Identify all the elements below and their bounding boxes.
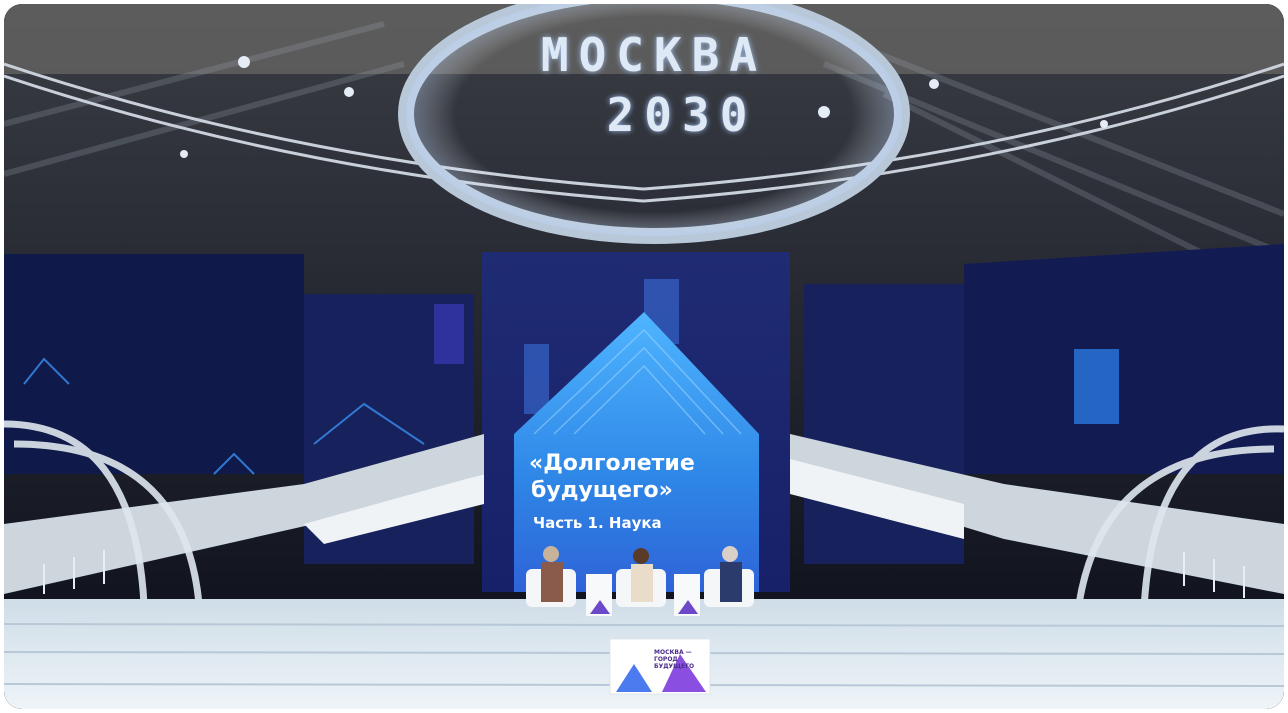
screen-title-block: «Долголетие будущего» Часть 1. Наука <box>529 450 759 532</box>
sign-line-2: 2030 <box>606 88 758 142</box>
screen-title-line-1: «Долголетие <box>529 451 695 476</box>
ceiling-led-sign: MOCKBA 2030 <box>514 32 794 138</box>
screen-subtitle: Часть 1. Наука <box>533 514 662 532</box>
sign-line-1: MOCKBA <box>540 28 768 82</box>
lectern-label: МОСКВА — ГОРОД БУДУЩЕГО <box>654 649 695 670</box>
event-photo: MOCKBA 2030 «Долголетие будущего» Часть … <box>4 4 1284 709</box>
screen-title-line-2: будущего» <box>531 478 673 503</box>
